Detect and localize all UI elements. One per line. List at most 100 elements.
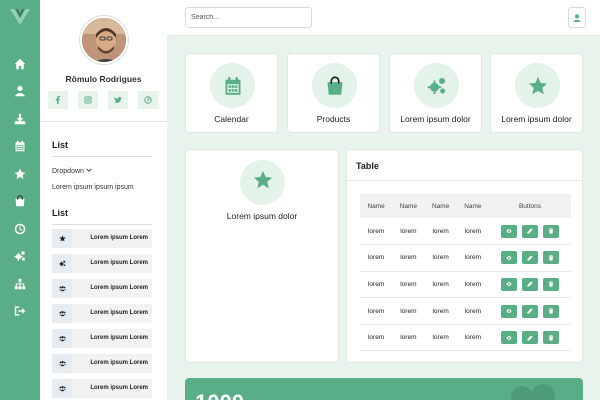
users-icon	[52, 329, 72, 348]
table-row: lorem lorem lorem lorem	[360, 324, 571, 352]
table-cell: lorem	[392, 218, 425, 246]
user-icon	[573, 9, 581, 27]
table-cell: lorem	[424, 218, 457, 246]
table-row: lorem lorem lorem lorem	[360, 244, 571, 272]
column-header: Name	[392, 194, 425, 218]
trash-icon	[548, 281, 554, 288]
home-icon[interactable]	[0, 50, 40, 78]
card-calendar[interactable]: Calendar	[185, 53, 278, 133]
dropdown-label: Dropdown	[52, 167, 84, 175]
users-icon	[52, 379, 72, 398]
search-input[interactable]	[185, 7, 312, 28]
table-cell: lorem	[456, 324, 489, 352]
profile-sidebar: Rômulo Rodrigues List Dropdown Lorem ips…	[40, 0, 167, 400]
view-button[interactable]	[501, 277, 517, 291]
card-label: Lorem ipsum dolor	[501, 114, 572, 124]
star-icon[interactable]	[0, 160, 40, 188]
trash-icon	[548, 255, 554, 261]
delete-button[interactable]	[543, 277, 559, 291]
delete-button[interactable]	[543, 304, 559, 318]
column-header: Name	[360, 194, 393, 218]
star-icon	[253, 170, 273, 195]
column-header: Buttons	[489, 194, 571, 218]
users-icon	[52, 354, 72, 373]
table-cell: lorem	[424, 271, 457, 299]
divider	[52, 224, 152, 225]
feature-icon-circle	[240, 160, 285, 205]
sidebar-list-item[interactable]: Lorem ipsum Lorem	[52, 254, 152, 273]
table-card: Table Name Name Name Name Buttons lorem lorem…	[346, 149, 583, 363]
vue-logo[interactable]	[0, 0, 40, 34]
edit-button[interactable]	[522, 277, 538, 291]
facebook-icon[interactable]	[48, 91, 68, 109]
table-card-header: Table	[347, 150, 582, 181]
shopping-bag-icon[interactable]	[0, 188, 40, 216]
download-icon[interactable]	[0, 105, 40, 133]
table-cell: lorem	[360, 271, 393, 299]
cogs-icon	[414, 63, 459, 108]
feature-card[interactable]: Lorem ipsum dolor	[185, 149, 339, 363]
sidebar-list-item[interactable]: Lorem ipsum Lorem	[52, 304, 152, 323]
feature-card-label: Lorem ipsum dolor	[226, 211, 298, 221]
user-icon[interactable]	[0, 78, 40, 106]
delete-button[interactable]	[543, 331, 559, 345]
view-button[interactable]	[501, 331, 517, 345]
table-cell: lorem	[392, 271, 425, 299]
sidebar-link[interactable]: Lorem ipsum ipsum ipsum	[52, 184, 134, 191]
shopping-bag-icon	[312, 63, 357, 108]
edit-button[interactable]	[522, 224, 538, 238]
dropdown-toggle[interactable]: Dropdown	[52, 167, 92, 175]
edit-button[interactable]	[522, 251, 538, 265]
table-cell: lorem	[392, 297, 425, 325]
trash-icon	[548, 334, 554, 341]
twitter-icon[interactable]	[108, 91, 128, 109]
delete-button[interactable]	[543, 251, 559, 265]
sidebar-list-item-label: Lorem ipsum Lorem	[90, 385, 148, 391]
sidebar-list-item[interactable]: Lorem ipsum Lorem	[52, 379, 152, 398]
calendar-icon[interactable]	[0, 133, 40, 161]
clock-icon[interactable]	[0, 215, 40, 243]
column-header: Name	[456, 194, 489, 218]
row-actions	[489, 271, 571, 299]
sidebar-list-item[interactable]: Lorem ipsum Lorem	[52, 329, 152, 348]
profile-name: Rômulo Rodrigues	[65, 74, 142, 84]
pinterest-icon[interactable]	[138, 91, 158, 109]
table-cell: lorem	[424, 244, 457, 272]
row-actions	[489, 324, 571, 352]
cogs-icon	[52, 254, 72, 273]
sidebar-list-item-label: Lorem ipsum Lorem	[90, 310, 148, 316]
delete-button[interactable]	[543, 224, 559, 238]
column-header: Name	[424, 194, 457, 218]
instagram-icon[interactable]	[78, 91, 98, 109]
card-products[interactable]: Products	[287, 53, 380, 133]
card-lorem-ipsum-dolor[interactable]: Lorem ipsum dolor	[389, 53, 482, 133]
view-button[interactable]	[501, 224, 517, 238]
view-button[interactable]	[501, 251, 517, 265]
pencil-icon	[527, 255, 533, 261]
cogs-icon[interactable]	[0, 243, 40, 271]
avatar[interactable]	[80, 16, 128, 64]
star-icon	[52, 229, 72, 248]
table-row: lorem lorem lorem lorem	[360, 297, 571, 325]
eye-icon	[506, 281, 512, 287]
data-table: Name Name Name Name Buttons lorem lorem lorem l…	[360, 194, 571, 352]
table-cell: lorem	[456, 218, 489, 246]
sidebar-list-item[interactable]: Lorem ipsum Lorem	[52, 229, 152, 248]
row-actions	[489, 218, 571, 246]
card-lorem-ipsum-dolor[interactable]: Lorem ipsum dolor	[490, 53, 583, 133]
sign-out-icon[interactable]	[0, 298, 40, 326]
sidebar-list-item[interactable]: Lorem ipsum Lorem	[52, 354, 152, 373]
table-cell: lorem	[424, 324, 457, 352]
social-links	[48, 91, 158, 109]
table-cell: lorem	[392, 244, 425, 272]
trash-icon	[548, 228, 554, 234]
user-menu-button[interactable]	[568, 7, 586, 28]
table-row: lorem lorem lorem lorem	[360, 218, 571, 246]
sidebar-list-item[interactable]: Lorem ipsum Lorem	[52, 279, 152, 298]
edit-button[interactable]	[522, 304, 538, 318]
view-button[interactable]	[501, 304, 517, 318]
pencil-icon	[527, 228, 533, 234]
edit-button[interactable]	[522, 331, 538, 345]
sitemap-icon[interactable]	[0, 270, 40, 298]
table-cell: lorem	[360, 324, 393, 352]
